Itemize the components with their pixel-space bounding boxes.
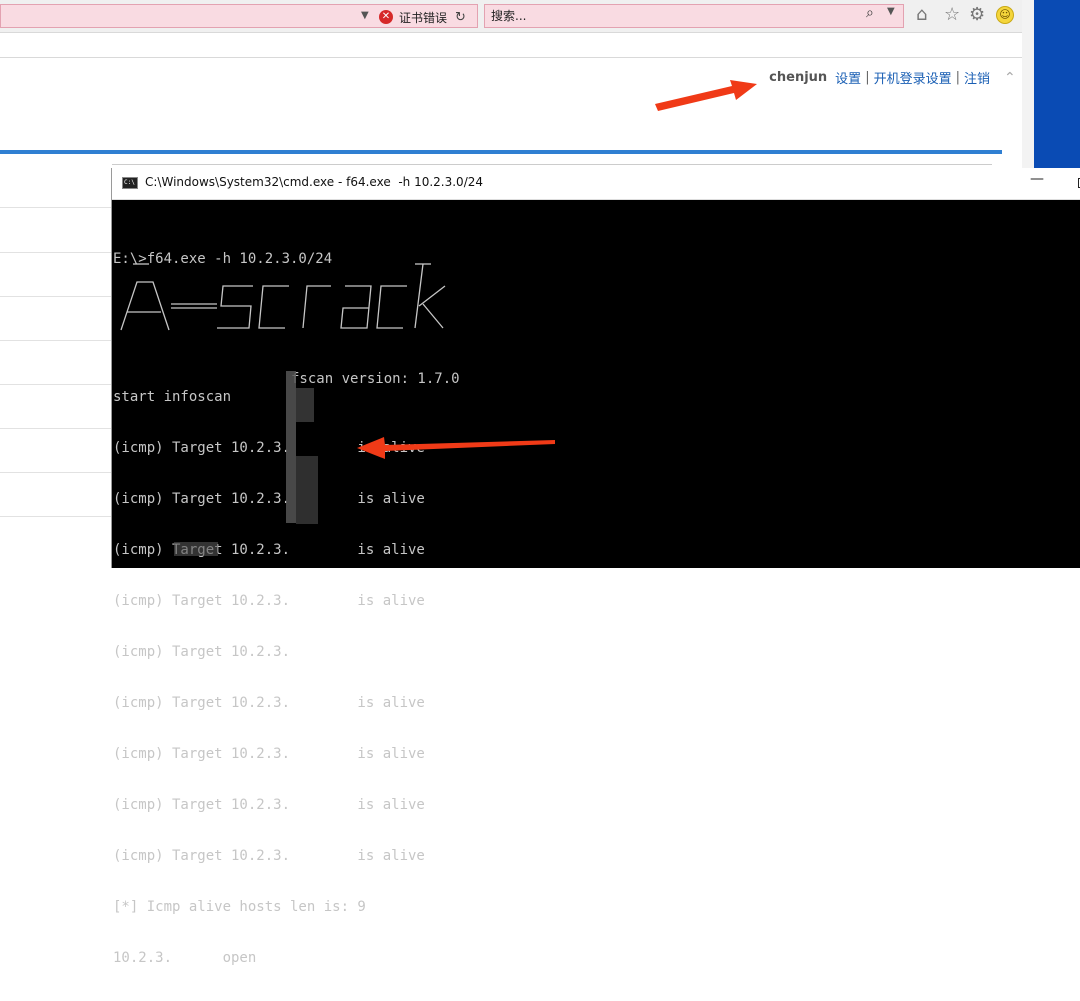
list-divider [0,428,112,429]
settings-link[interactable]: 设置 [835,68,861,87]
search-icon[interactable]: ⌕ [866,5,874,21]
cmd-window[interactable]: C:\ C:\Windows\System32\cmd.exe - f64.ex… [111,168,1080,966]
address-dropdown-icon[interactable]: ▼ [361,10,369,21]
start-infoscan-line: start infoscan [113,389,232,405]
icmp-alive-line: (icmp) Target 10.2.3. is alive [113,491,425,507]
error-x-icon: ✕ [379,10,393,24]
scroll-up-chevron-icon[interactable]: ⌃ [1004,70,1016,86]
username: chenjun [769,70,828,85]
favorites-star-icon[interactable]: ☆ [944,4,960,26]
separator: | [865,70,870,85]
icmp-alive-line: (icmp) Target 10.2.3. is alive [113,695,425,711]
search-box[interactable] [484,4,904,28]
logout-link[interactable]: 注销 [964,68,990,87]
certificate-error-badge[interactable]: ✕ 证书错误 ↻ [379,8,466,26]
list-divider [0,472,112,473]
alive-hosts-summary: [*] Icmp alive hosts len is: 9 [113,899,366,915]
browser-frame-edge [1022,0,1034,170]
separator: | [955,70,960,85]
header-accent-bar [0,150,1002,154]
redaction-mosaic [296,456,318,524]
refresh-icon[interactable]: ↻ [455,10,466,25]
user-links: chenjun 设置 | 开机登录设置 | 注销 [769,68,990,87]
list-divider [0,296,112,297]
content-divider [112,164,992,165]
icmp-alive-line: (icmp) Target 10.2.3. is alive [113,746,425,762]
startup-login-settings-link[interactable]: 开机登录设置 [874,68,952,87]
icmp-alive-line: (icmp) Target 10.2.3. is alive [113,797,425,813]
home-icon[interactable]: ⌂ [916,4,927,26]
cmd-app-icon: C:\ [122,177,138,189]
cmd-titlebar[interactable]: C:\ C:\Windows\System32\cmd.exe - f64.ex… [112,168,1080,200]
icmp-alive-line: (icmp) Target 10.2.3. [113,644,291,660]
icmp-alive-line: (icmp) Target 10.2.3. is alive [113,848,425,864]
address-bar[interactable]: ▼ ✕ 证书错误 ↻ [0,4,478,28]
fscan-ascii-banner [120,263,446,331]
list-divider [0,340,112,341]
minimize-button[interactable]: — [1030,171,1044,187]
search-input[interactable] [491,7,851,25]
cmd-window-title: C:\Windows\System32\cmd.exe - f64.exe -h… [145,175,484,189]
list-divider [0,252,112,253]
icmp-alive-line: (icmp) Target 10.2.3. is alive [113,440,425,456]
feedback-smiley-icon[interactable]: ☺ [996,6,1014,24]
scan-results: start infoscan (icmp) Target 10.2.3. is … [113,355,1080,1001]
gear-icon[interactable]: ⚙ [969,4,985,26]
redaction-mosaic [296,388,314,422]
open-port-line: 10.2.3. open [113,950,257,966]
icmp-alive-line: (icmp) Target 10.2.3. is alive [113,542,425,558]
side-list [0,165,112,560]
page-header: chenjun 设置 | 开机登录设置 | 注销 [0,58,1004,150]
redaction-mosaic [286,371,296,523]
tab-strip [0,33,1022,57]
list-divider [0,516,112,517]
search-dropdown-icon[interactable]: ▼ [887,6,895,17]
browser-toolbar: ▼ ✕ 证书错误 ↻ ⌕ ▼ ⌂ ☆ ⚙ ☺ [0,0,1022,33]
list-divider [0,207,112,208]
redaction-mosaic [174,542,218,556]
list-divider [0,384,112,385]
certificate-error-label: 证书错误 [399,10,448,25]
icmp-alive-line: (icmp) Target 10.2.3. is alive [113,593,425,609]
